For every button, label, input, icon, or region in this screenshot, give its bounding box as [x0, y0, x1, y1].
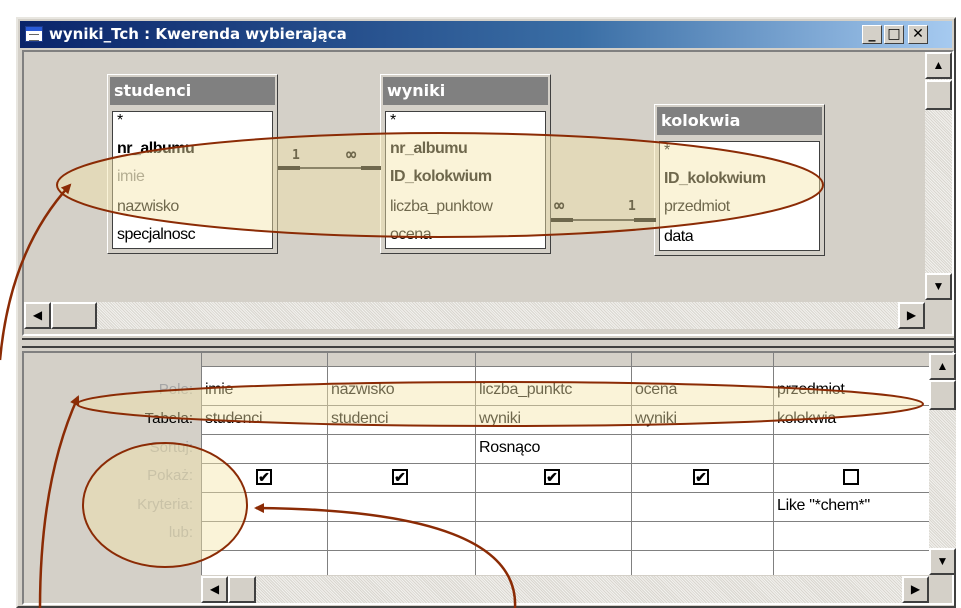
window-title: wyniki_Tch : Kwerenda wybierająca: [49, 25, 347, 43]
scroll-up-button[interactable]: ▲: [925, 52, 952, 79]
cell-pokaz: ✔: [202, 464, 327, 493]
show-checkbox[interactable]: ✔: [392, 469, 408, 485]
maximize-button[interactable]: □: [884, 25, 904, 44]
column-selector[interactable]: [202, 353, 327, 367]
join-one-label: 1: [292, 148, 300, 163]
table-pane: studenci * nr_albumu imie nazwisko specj…: [22, 50, 954, 336]
row-label-tabela: Tabela:: [144, 410, 193, 427]
scroll-right-button[interactable]: ▶: [898, 302, 925, 329]
show-checkbox[interactable]: [843, 469, 859, 485]
cell-tabela[interactable]: studenci: [328, 406, 475, 435]
grid-column[interactable]: imie studenci ✔: [202, 353, 328, 575]
column-selector[interactable]: [632, 353, 773, 367]
cell-pole[interactable]: przedmiot: [774, 377, 929, 406]
show-checkbox[interactable]: ✔: [693, 469, 709, 485]
table-pane-vscroll[interactable]: ▲ ▼: [925, 52, 952, 300]
scroll-left-button[interactable]: ◀: [201, 576, 228, 603]
cell-sortuj[interactable]: [632, 435, 773, 464]
cell-kryteria[interactable]: [202, 493, 327, 522]
cell-pokaz: [774, 464, 929, 493]
pane-splitter[interactable]: [22, 338, 954, 348]
join-line-wyniki-kolokwia[interactable]: [551, 218, 656, 222]
cell-kryteria[interactable]: [632, 493, 773, 522]
title-bar[interactable]: wyniki_Tch : Kwerenda wybierająca _ □ ✕: [20, 21, 952, 48]
close-button[interactable]: ✕: [908, 25, 928, 44]
show-checkbox[interactable]: ✔: [256, 469, 272, 485]
cell-lub[interactable]: [328, 522, 475, 551]
cell-sortuj[interactable]: [202, 435, 327, 464]
join-line-studenci-wyniki[interactable]: [278, 166, 381, 170]
cell-pole[interactable]: imie: [202, 377, 327, 406]
join-lines: [278, 166, 656, 222]
table-pane-hscroll[interactable]: ◀ ▶: [24, 302, 925, 329]
row-labels: Pole: Tabela: Sortuj: Pokaż: Kryteria: l…: [24, 353, 201, 603]
query-icon: [25, 26, 43, 42]
row-label-pokaz: Pokaż:: [147, 467, 193, 484]
grid-column[interactable]: nazwisko studenci ✔: [328, 353, 476, 575]
column-selector[interactable]: [774, 353, 929, 367]
scroll-down-button[interactable]: ▼: [929, 548, 956, 575]
cell-pokaz: ✔: [632, 464, 773, 493]
row-label-lub: lub:: [168, 524, 193, 541]
cell-tabela[interactable]: wyniki: [632, 406, 773, 435]
cell-pole[interactable]: liczba_punktc: [476, 377, 631, 406]
cell-tabela[interactable]: kolokwia: [774, 406, 929, 435]
cell-lub[interactable]: [632, 522, 773, 551]
cell-lub[interactable]: [202, 522, 327, 551]
grid-hscroll[interactable]: ◀ ▶: [201, 576, 929, 603]
scroll-down-button[interactable]: ▼: [925, 273, 952, 300]
cell-lub[interactable]: [774, 522, 929, 551]
grid-column[interactable]: liczba_punktc wyniki Rosnąco ✔: [476, 353, 632, 575]
scroll-thumb[interactable]: [929, 380, 956, 410]
row-label-pole: Pole:: [158, 381, 193, 398]
cell-pole[interactable]: nazwisko: [328, 377, 475, 406]
cell-pokaz: ✔: [328, 464, 475, 493]
scroll-up-button[interactable]: ▲: [929, 353, 956, 380]
cell-kryteria[interactable]: Like "*chem*": [774, 493, 929, 522]
cell-pole[interactable]: ocena: [632, 377, 773, 406]
grid-vscroll[interactable]: ▲ ▼: [929, 353, 956, 575]
cell-lub[interactable]: [476, 522, 631, 551]
query-window: wyniki_Tch : Kwerenda wybierająca _ □ ✕ …: [16, 17, 956, 608]
cell-sortuj[interactable]: [328, 435, 475, 464]
minimize-button[interactable]: _: [862, 25, 882, 44]
join-many-label: ∞: [346, 145, 357, 165]
scroll-right-button[interactable]: ▶: [902, 576, 929, 603]
table-canvas: studenci * nr_albumu imie nazwisko specj…: [24, 52, 925, 300]
join-one-label: 1: [628, 199, 636, 214]
cell-tabela[interactable]: studenci: [202, 406, 327, 435]
grid-column[interactable]: ocena wyniki ✔: [632, 353, 774, 575]
column-selector[interactable]: [328, 353, 475, 367]
column-selector[interactable]: [476, 353, 631, 367]
cell-pokaz: ✔: [476, 464, 631, 493]
scroll-thumb[interactable]: [228, 576, 256, 603]
cell-kryteria[interactable]: [476, 493, 631, 522]
join-many-label: ∞: [554, 196, 565, 216]
design-grid-pane: Pole: Tabela: Sortuj: Pokaż: Kryteria: l…: [22, 351, 956, 605]
design-grid: imie studenci ✔ nazwisko studenci ✔ licz…: [201, 353, 929, 575]
cell-sortuj[interactable]: [774, 435, 929, 464]
scroll-thumb[interactable]: [925, 80, 952, 110]
row-label-kryteria: Kryteria:: [137, 496, 193, 513]
scroll-thumb[interactable]: [51, 302, 97, 329]
show-checkbox[interactable]: ✔: [544, 469, 560, 485]
row-label-sortuj: Sortuj:: [149, 439, 193, 456]
cell-kryteria[interactable]: [328, 493, 475, 522]
grid-column[interactable]: przedmiot kolokwia Like "*chem*": [774, 353, 929, 575]
cell-sortuj[interactable]: Rosnąco: [476, 435, 631, 464]
scroll-left-button[interactable]: ◀: [24, 302, 51, 329]
cell-tabela[interactable]: wyniki: [476, 406, 631, 435]
